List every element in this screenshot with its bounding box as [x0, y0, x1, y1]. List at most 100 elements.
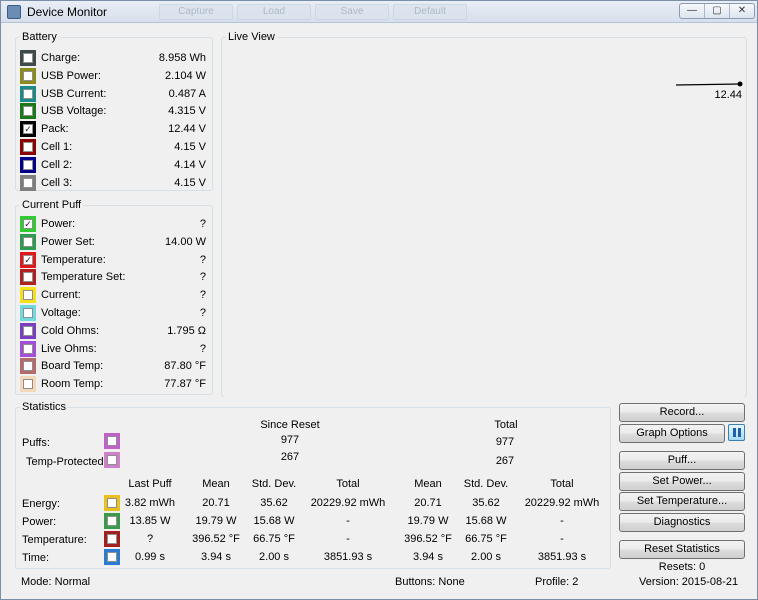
puffs-since-reset: 977 — [280, 434, 300, 446]
series-checkbox[interactable] — [23, 142, 33, 152]
color-swatch — [20, 103, 36, 120]
color-swatch: ✓ — [20, 216, 36, 232]
series-checkbox[interactable]: ✓ — [23, 219, 33, 229]
puff-row: ✓ Power:? — [16, 215, 212, 233]
puff-row: Temperature Set:? — [16, 268, 212, 286]
total-cell: 20229.92 mWh — [310, 497, 386, 509]
pause-graph-button[interactable] — [728, 424, 745, 441]
total-overall-cell: - — [560, 515, 564, 527]
color-swatch: ✓ — [20, 121, 36, 138]
set-power-button[interactable]: Set Power... — [619, 472, 745, 491]
series-checkbox[interactable] — [23, 236, 33, 247]
battery-row: Cell 2: 4.14 V — [16, 156, 212, 174]
puff-row: Room Temp: 77.87 °F — [16, 375, 212, 393]
window-controls: — ▢ ✕ — [679, 3, 755, 19]
series-checkbox[interactable]: ✓ — [23, 254, 33, 265]
row-label: Room Temp: — [41, 378, 104, 391]
battery-group: Battery Charge: 8.958 Wh USB Power: 2.104 W… — [15, 31, 213, 191]
row-label: Charge: — [41, 52, 81, 64]
color-swatch — [20, 376, 36, 393]
row-value: ? — [199, 342, 206, 355]
series-checkbox[interactable] — [23, 159, 33, 170]
series-checkbox[interactable] — [23, 343, 33, 354]
diagnostics-button[interactable]: Diagnostics — [619, 513, 745, 532]
row-value: ? — [199, 271, 206, 284]
version-status: Version: 2015-08-21 — [639, 576, 739, 588]
live-view-legend: Live View — [228, 31, 275, 43]
record-button[interactable]: Record... — [619, 403, 745, 422]
puffs-swatch — [104, 433, 120, 449]
battery-row: USB Voltage: 4.315 V — [16, 102, 212, 120]
row-label: USB Power: — [41, 69, 101, 82]
puffs-checkbox[interactable] — [107, 436, 117, 446]
statistics-group: Statistics Since Reset Total Puffs: 977 977 T… — [15, 401, 611, 569]
row-label: Current: — [41, 289, 81, 302]
buttons-status: Buttons: None — [395, 576, 465, 588]
pack-voltage-trace — [675, 83, 741, 86]
series-checkbox[interactable] — [23, 325, 33, 336]
puff-row: Board Temp: 87.80 °F — [16, 357, 212, 375]
row-label: Board Temp: — [41, 360, 104, 373]
row-label: Cell 2: — [41, 158, 73, 171]
row-label: Cell 1: — [41, 141, 73, 153]
ghost-default-tab: Default — [393, 4, 467, 20]
battery-row: ✓ Pack: 12.44 V — [16, 120, 212, 138]
series-checkbox[interactable] — [23, 53, 33, 63]
maximize-icon[interactable]: ▢ — [705, 4, 730, 18]
row-label: Power Set: — [41, 235, 95, 248]
total-overall-header: Total — [550, 478, 574, 490]
mode-status: Mode: Normal — [21, 576, 91, 588]
battery-row: Charge: 8.958 Wh — [16, 49, 212, 67]
row-value: 4.15 V — [174, 141, 206, 153]
series-checkbox[interactable] — [23, 88, 33, 99]
live-graph-area[interactable]: 12.44 — [224, 53, 744, 405]
minimize-icon[interactable]: — — [680, 4, 705, 18]
temp-protected-checkbox[interactable] — [107, 455, 117, 465]
temp-protected-since-reset: 267 — [280, 451, 300, 463]
graph-options-button[interactable]: Graph Options — [619, 424, 725, 443]
color-swatch — [20, 340, 36, 357]
series-checkbox[interactable] — [23, 177, 33, 188]
row-value: 87.80 °F — [164, 360, 206, 373]
title-bar: Device Monitor Capture Load Save Default… — [1, 1, 757, 23]
set-temperature-button[interactable]: Set Temperature... — [619, 492, 745, 511]
profile-status: Profile: 2 — [535, 576, 579, 588]
puff-button[interactable]: Puff... — [619, 451, 745, 470]
total-cell: 3851.93 s — [323, 551, 373, 563]
series-checkbox[interactable] — [23, 272, 33, 283]
battery-legend: Battery — [22, 31, 57, 43]
live-graph-svg: 12.44 — [675, 81, 743, 101]
reset-statistics-button[interactable]: Reset Statistics — [619, 540, 745, 559]
series-checkbox[interactable] — [23, 361, 33, 372]
pack-voltage-point — [737, 81, 743, 87]
row-value: ? — [199, 289, 206, 302]
row-value: 4.14 V — [174, 158, 206, 171]
puff-row: Live Ohms:? — [16, 340, 212, 358]
series-checkbox[interactable]: ✓ — [23, 124, 33, 135]
close-icon[interactable]: ✕ — [730, 4, 754, 18]
row-value: 2.104 W — [165, 69, 206, 82]
battery-row: USB Current: 0.487 A — [16, 85, 212, 103]
series-checkbox[interactable] — [23, 308, 33, 318]
series-checkbox[interactable] — [23, 106, 33, 117]
device-monitor-window: Device Monitor Capture Load Save Default… — [0, 0, 758, 600]
row-label: Power: — [41, 218, 76, 230]
series-checkbox[interactable] — [23, 379, 33, 390]
ghost-load-tab: Load — [237, 4, 311, 20]
live-view-group: Live View 12.44 — [221, 31, 747, 405]
puffs-label: Puffs: — [22, 437, 50, 449]
row-label: Live Ohms: — [41, 342, 97, 355]
series-checkbox[interactable] — [23, 70, 33, 81]
color-swatch — [20, 322, 36, 339]
total-overall-cell: - — [560, 533, 564, 545]
total-overall-cell: 3851.93 s — [537, 551, 587, 563]
series-checkbox[interactable] — [23, 290, 33, 301]
row-label: Voltage: — [41, 307, 81, 319]
row-label: USB Current: — [41, 87, 107, 100]
window-title: Device Monitor — [27, 5, 108, 19]
row-value: ? — [199, 307, 206, 319]
current-puff-group: Current Puff ✓ Power:? Power Set: 14.00 W ✓ T… — [15, 199, 213, 395]
puffs-total: 977 — [495, 436, 515, 448]
temp-protected-swatch — [104, 452, 120, 468]
row-value: 8.958 Wh — [158, 52, 206, 64]
